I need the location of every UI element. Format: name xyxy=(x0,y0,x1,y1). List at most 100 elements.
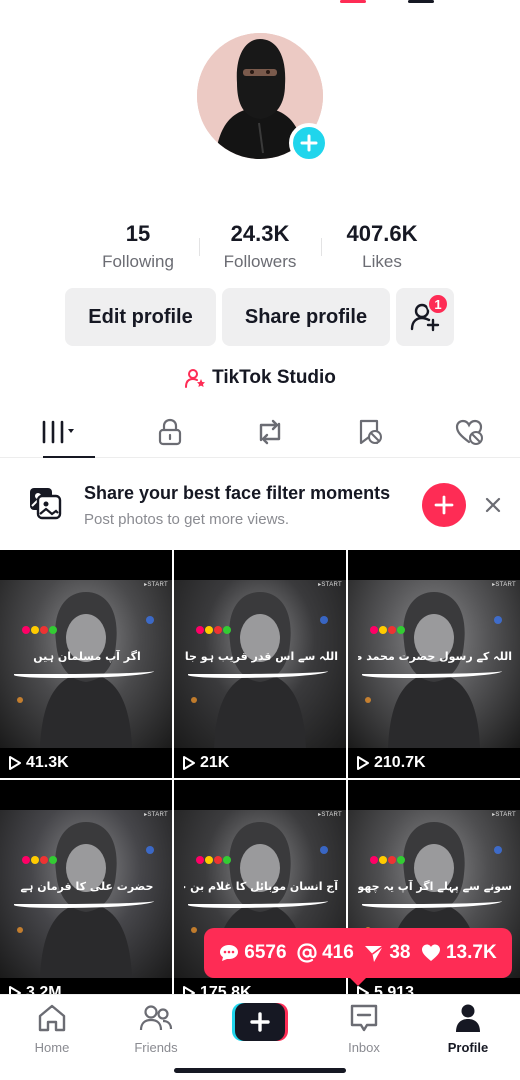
grid-icon xyxy=(42,420,74,443)
nav-label: Friends xyxy=(134,1040,178,1055)
nav-profile[interactable]: Profile xyxy=(423,1003,513,1055)
view-count: 21K xyxy=(182,754,229,772)
video-thumbnail[interactable]: ▸START اللہ کے رسول حضرت محمد صلی اللہ عل… xyxy=(348,550,520,778)
nav-label: Profile xyxy=(447,1040,489,1055)
stat-value: 24.3K xyxy=(230,221,290,246)
thumbnail-top-bar xyxy=(0,550,172,580)
start-tag: ▸START xyxy=(492,582,516,588)
status-bar-stub xyxy=(340,0,440,4)
emoji-stickers xyxy=(22,626,57,634)
nav-label: Inbox xyxy=(348,1040,380,1055)
favorites-icon xyxy=(359,419,382,444)
inbox-icon xyxy=(350,1004,378,1032)
nav-friends[interactable]: Friends xyxy=(111,1003,201,1055)
add-friends-button[interactable]: 1 xyxy=(396,288,454,346)
liked-icon xyxy=(455,419,483,445)
play-icon xyxy=(9,756,21,770)
tab-videos[interactable] xyxy=(0,406,120,458)
stat-followers[interactable]: 24.3K Followers xyxy=(199,220,321,272)
profile-stats: 15 Following 24.3K Followers 407.6K Like… xyxy=(0,220,520,272)
mentions-stat: 416 xyxy=(297,942,354,964)
face-filter-banner: Share your best face filter moments Post… xyxy=(0,466,520,544)
start-tag: ▸START xyxy=(144,582,168,588)
stat-label: Following xyxy=(102,252,174,271)
popup-tail xyxy=(348,976,368,986)
view-count: 41.3K xyxy=(8,754,69,772)
studio-icon xyxy=(185,369,206,388)
likes-count: 13.7K xyxy=(445,942,497,963)
profile-icon xyxy=(456,1004,480,1032)
tab-private[interactable] xyxy=(120,406,220,457)
tab-favorites[interactable] xyxy=(320,406,420,457)
friends-icon xyxy=(139,1005,173,1031)
tiktok-studio-link[interactable]: TikTok Studio xyxy=(0,367,520,389)
nav-label: Home xyxy=(34,1040,70,1055)
home-icon xyxy=(38,1004,66,1032)
profile-avatar-wrap[interactable] xyxy=(197,33,329,163)
comments-count: 6576 xyxy=(244,942,287,963)
studio-label: TikTok Studio xyxy=(212,367,336,388)
emoji-stickers xyxy=(196,856,231,864)
video-thumbnail[interactable]: ▸START حضرت علی کا فرمان ہے 3.2M xyxy=(0,780,172,1008)
stat-value: 407.6K xyxy=(346,221,418,246)
view-count-value: 210.7K xyxy=(374,754,426,771)
video-caption: آج انسان موبائل کا غلام بن چکا ہے xyxy=(184,880,338,893)
start-tag: ▸START xyxy=(144,812,168,818)
plus-icon xyxy=(300,134,318,152)
engagement-popup[interactable]: 6576 416 38 13.7K xyxy=(204,928,512,978)
banner-text: Share your best face filter moments Post… xyxy=(84,483,422,528)
view-count-value: 21K xyxy=(200,754,230,771)
tab-liked[interactable] xyxy=(420,406,520,457)
stat-value: 15 xyxy=(125,221,151,246)
add-avatar-button[interactable] xyxy=(289,123,329,163)
video-thumbnail[interactable]: ▸START اللہ سے اس قدر قریب ہو جاؤ 21K xyxy=(174,550,346,778)
photos-icon xyxy=(28,486,64,525)
friend-request-badge: 1 xyxy=(427,293,449,315)
play-icon xyxy=(183,756,195,770)
emoji-stickers xyxy=(370,856,405,864)
tab-reposts[interactable] xyxy=(220,406,320,457)
lock-icon xyxy=(158,418,182,445)
start-tag: ▸START xyxy=(492,812,516,818)
thumbnail-top-bar xyxy=(348,780,520,810)
create-button[interactable] xyxy=(232,1003,288,1041)
shares-stat: 38 xyxy=(364,942,410,964)
emoji-stickers xyxy=(22,856,57,864)
video-caption: اگر آپ مسلمان ہیں xyxy=(33,650,141,663)
banner-add-button[interactable] xyxy=(422,483,466,527)
stat-likes[interactable]: 407.6K Likes xyxy=(321,220,443,272)
thumbnail-top-bar xyxy=(0,780,172,810)
likes-stat: 13.7K xyxy=(421,942,497,964)
thumbnail-top-bar xyxy=(174,780,346,810)
video-caption: اللہ سے اس قدر قریب ہو جاؤ xyxy=(184,650,338,663)
banner-close-button[interactable] xyxy=(484,496,502,514)
edit-profile-button[interactable]: Edit profile xyxy=(65,288,216,346)
stat-following[interactable]: 15 Following xyxy=(77,220,199,272)
profile-actions: Edit profile Share profile 1 xyxy=(65,288,454,346)
banner-subtitle: Post photos to get more views. xyxy=(84,510,290,528)
mention-icon xyxy=(297,943,317,963)
heart-icon xyxy=(421,944,440,961)
shares-count: 38 xyxy=(389,942,411,963)
home-indicator xyxy=(174,1068,346,1073)
banner-title: Share your best face filter moments xyxy=(84,482,391,503)
mentions-count: 416 xyxy=(322,942,354,963)
view-count-value: 41.3K xyxy=(26,754,69,771)
share-profile-button[interactable]: Share profile xyxy=(222,288,390,346)
send-icon xyxy=(365,945,384,962)
play-icon xyxy=(357,756,369,770)
nav-inbox[interactable]: Inbox xyxy=(319,1003,409,1055)
stat-label: Likes xyxy=(362,252,402,271)
comment-icon xyxy=(220,945,239,961)
repost-icon xyxy=(259,419,281,444)
stat-label: Followers xyxy=(223,252,297,271)
nav-home[interactable]: Home xyxy=(7,1003,97,1055)
start-tag: ▸START xyxy=(318,812,342,818)
profile-tabs xyxy=(0,406,520,458)
emoji-stickers xyxy=(196,626,231,634)
plus-icon xyxy=(434,495,454,515)
video-thumbnail[interactable]: ▸START اگر آپ مسلمان ہیں 41.3K xyxy=(0,550,172,778)
emoji-stickers xyxy=(370,626,405,634)
video-caption: حضرت علی کا فرمان ہے xyxy=(20,880,154,893)
start-tag: ▸START xyxy=(318,582,342,588)
